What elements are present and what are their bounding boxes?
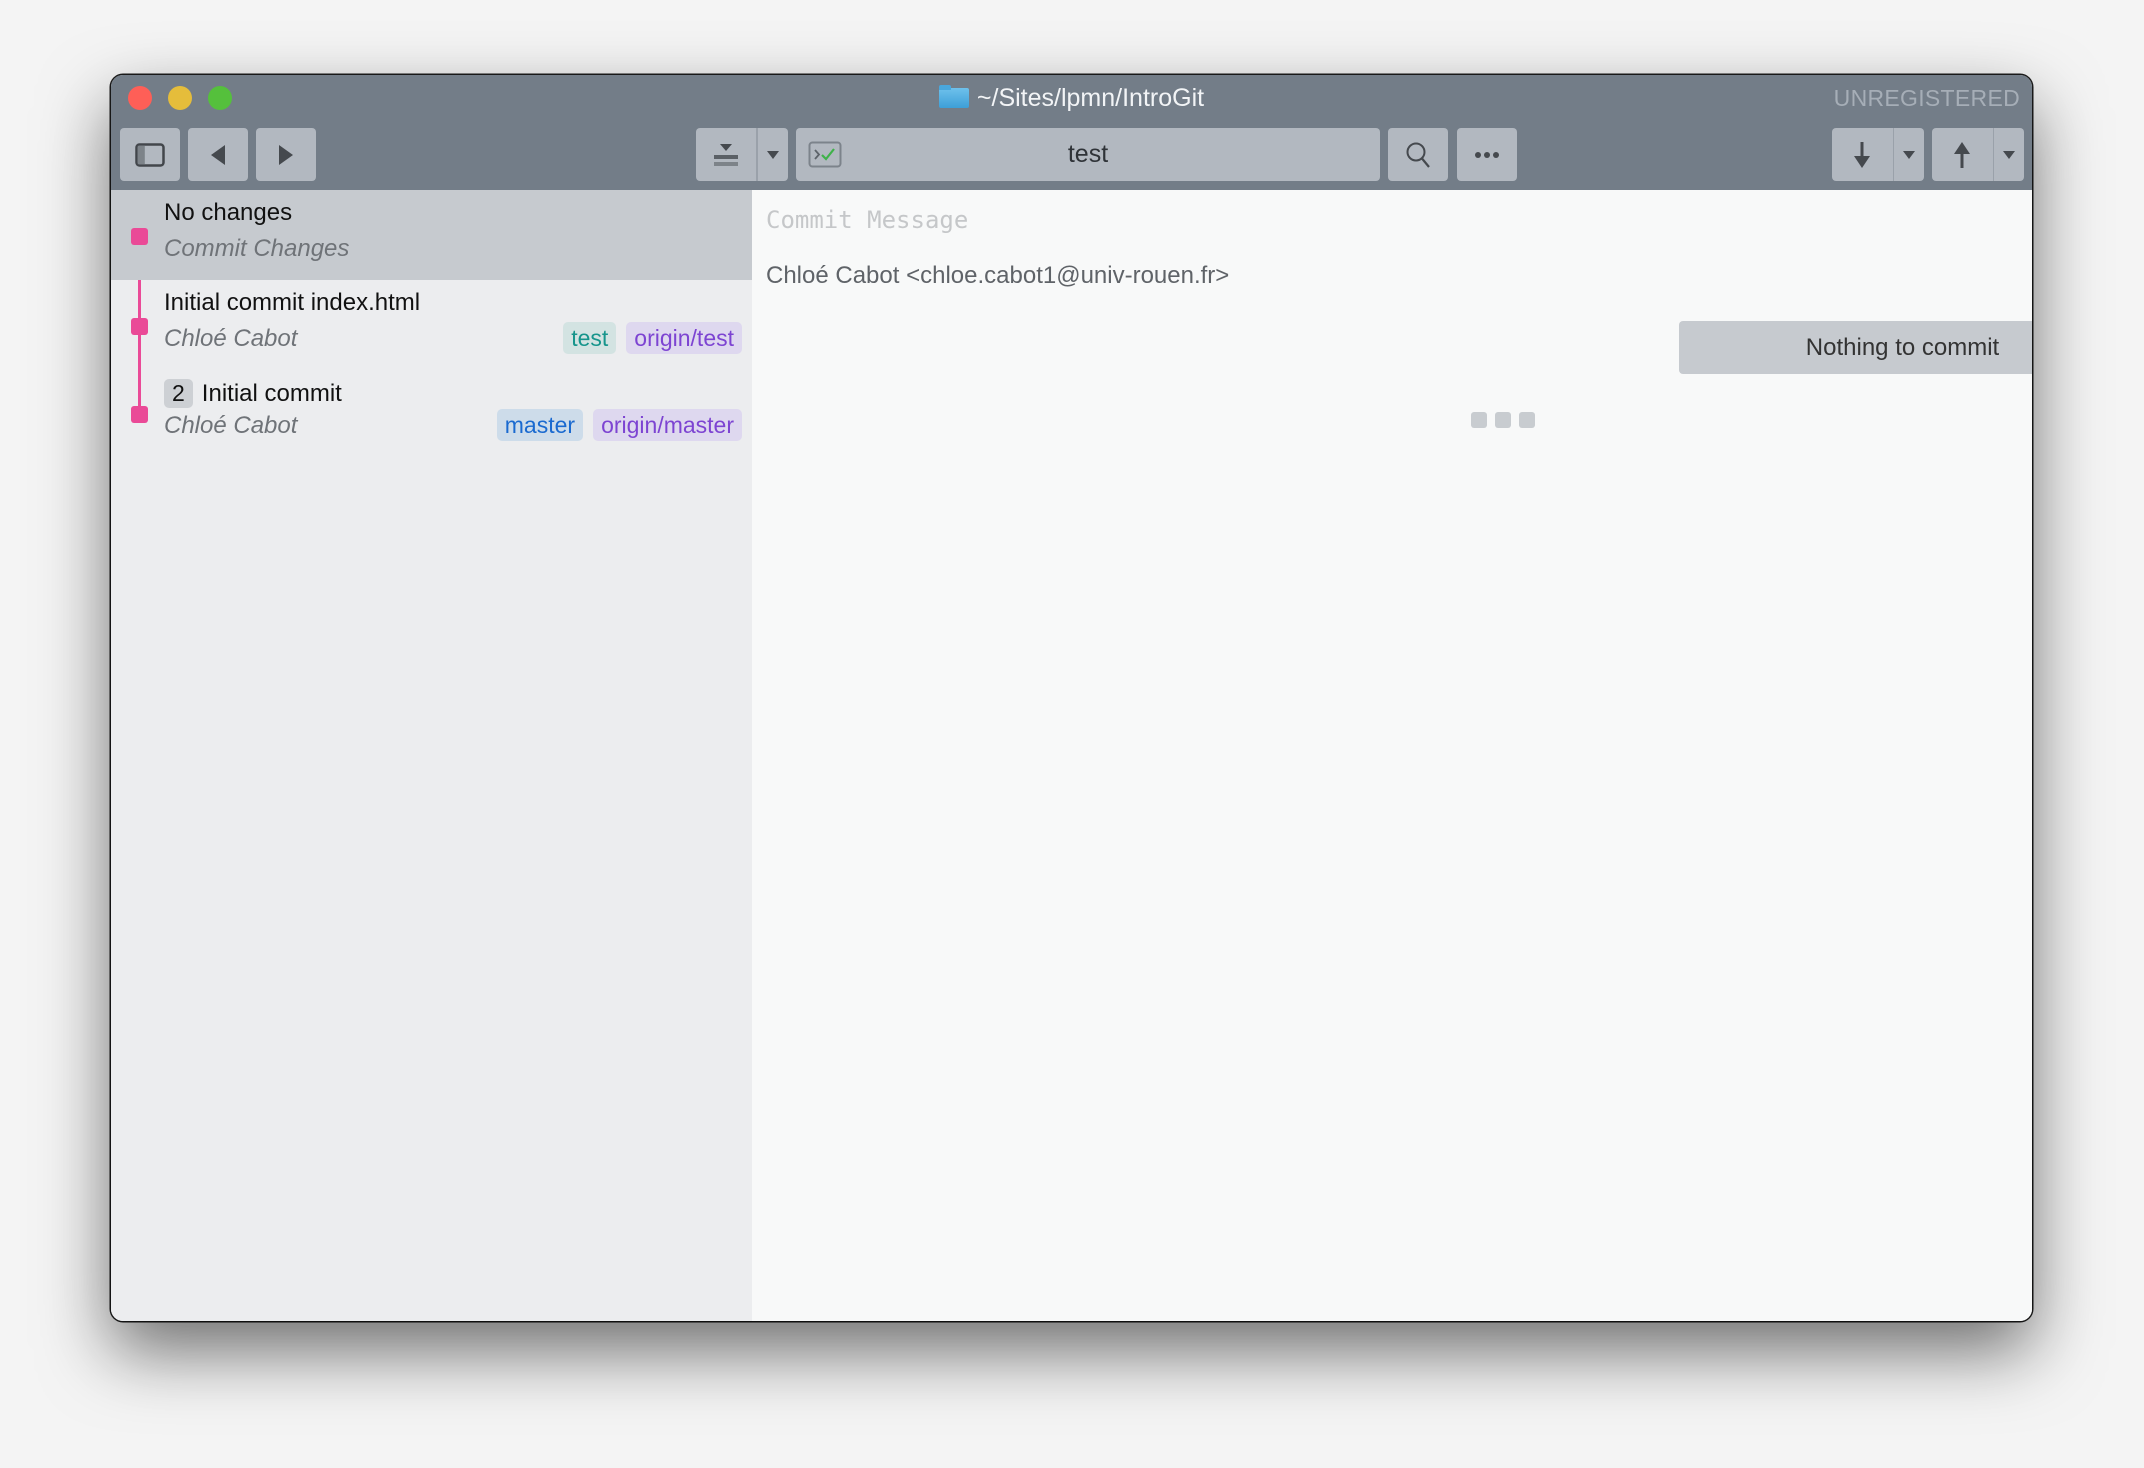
arrow-down-icon [1854,141,1871,168]
pull-split-button [1832,128,1924,181]
row-subject: 2 Initial commit [164,379,342,408]
chevron-down-icon [766,150,779,159]
row-author: Chloé Cabot [164,412,298,439]
stash-button[interactable] [696,128,756,181]
search-button[interactable] [1388,128,1448,181]
loading-dot [1519,412,1535,428]
commit-graph-node [131,228,148,245]
history-row-working-copy[interactable]: No changes Commit Changes [111,190,752,280]
push-menu-button[interactable] [1994,128,2024,181]
window-title: ~/Sites/lpmn/IntroGit [111,83,2032,113]
commit-graph-node [131,318,148,335]
current-branch-label: test [1067,140,1109,168]
history-row[interactable]: 2 Initial commit Chloé Cabot master origi… [111,370,752,460]
pull-button[interactable] [1832,128,1893,181]
local-branch-badge[interactable]: test [563,322,617,354]
commit-count-badge: 2 [164,379,193,408]
history-sidebar: No changes Commit Changes Initial commit… [111,190,752,1321]
ellipsis-icon [1475,151,1499,158]
sidebar-toggle-icon [135,142,165,167]
back-button[interactable] [188,128,248,181]
commit-button[interactable]: Nothing to commit [1679,321,2032,374]
ref-badges: master origin/master [496,409,742,441]
triangle-right-icon [279,144,293,165]
author-identity: Chloé Cabot <chloe.cabot1@univ-rouen.fr> [766,262,1230,289]
local-branch-badge[interactable]: master [496,409,584,441]
loading-dot [1471,412,1487,428]
triangle-left-icon [211,144,225,165]
stash-split-button [696,128,788,181]
row-subject: Initial commit index.html [164,289,421,316]
ref-badges: test origin/test [563,322,742,354]
loading-dot [1495,412,1511,428]
commit-message-input[interactable] [766,206,1566,234]
branch-selector[interactable]: test [796,128,1380,181]
registration-status: UNREGISTERED [1833,85,2020,111]
titlebar: ~/Sites/lpmn/IntroGit UNREGISTERED test [111,75,2032,190]
terminal-check-icon [808,141,842,168]
sidebar-toggle-button[interactable] [120,128,180,181]
row-author: Commit Changes [164,235,350,262]
chevron-down-icon [2003,150,2016,159]
arrow-up-icon [1954,141,1971,168]
forward-button[interactable] [256,128,316,181]
folder-icon [938,85,969,108]
magnifier-icon [1406,142,1430,168]
remote-branch-badge[interactable]: origin/test [626,322,742,354]
row-subject-text: Initial commit [201,379,342,407]
history-row[interactable]: Initial commit index.html Chloé Cabot te… [111,280,752,370]
chevron-down-icon [1903,150,1916,159]
push-split-button [1932,128,2024,181]
stash-menu-button[interactable] [758,128,788,181]
remote-branch-badge[interactable]: origin/master [593,409,742,441]
stash-icon [714,143,739,166]
push-button[interactable] [1932,128,1993,181]
loading-indicator [1471,412,1535,428]
window-title-text: ~/Sites/lpmn/IntroGit [976,84,1205,112]
more-button[interactable] [1457,128,1517,181]
app-window: ~/Sites/lpmn/IntroGit UNREGISTERED test … [111,75,2032,1321]
row-subject: No changes [164,199,293,226]
row-author: Chloé Cabot [164,325,298,352]
commit-panel: Chloé Cabot <chloe.cabot1@univ-rouen.fr>… [752,190,2032,1321]
pull-menu-button[interactable] [1894,128,1924,181]
commit-graph-node [131,406,148,423]
